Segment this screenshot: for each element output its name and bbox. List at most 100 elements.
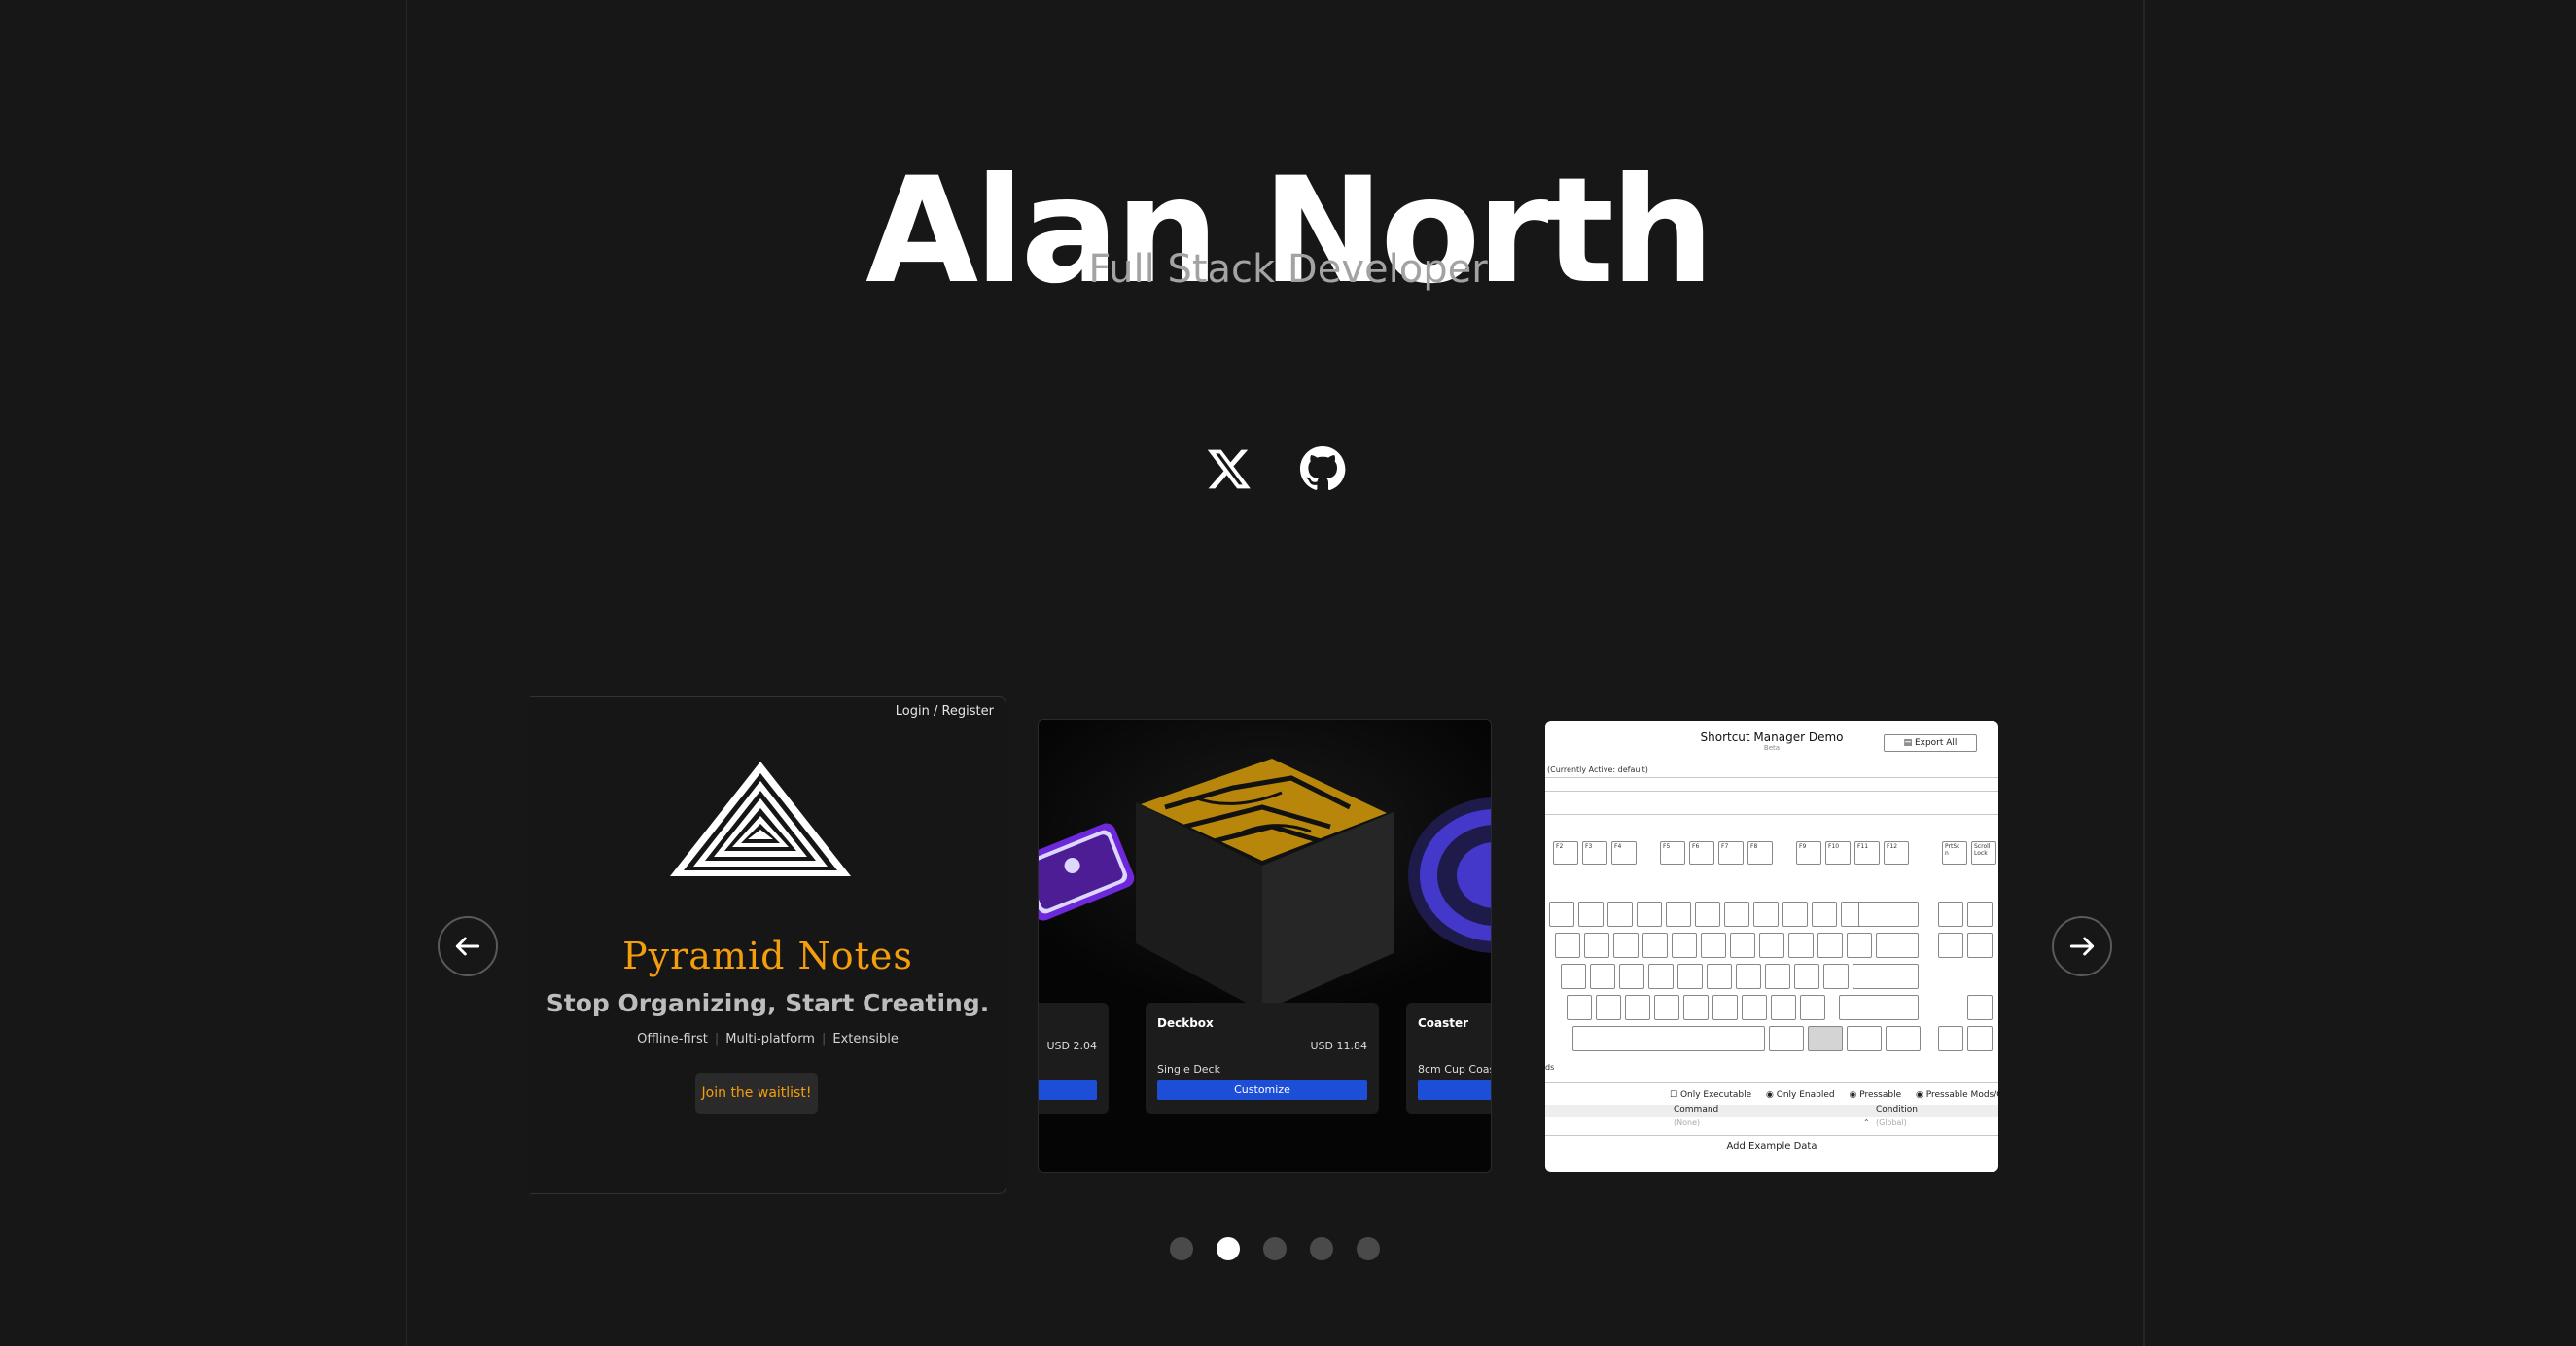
slide-shortcut-manager[interactable]: Shortcut Manager Demo Beta ▤ Export All … (1545, 721, 1998, 1172)
filter-pressable[interactable]: ◉ Pressable (1849, 1090, 1907, 1100)
keyboard-key[interactable]: F8 (1747, 841, 1773, 865)
keyboard-key[interactable] (1812, 902, 1837, 927)
keyboard-key[interactable] (1847, 1026, 1882, 1051)
keyboard-key[interactable] (1677, 964, 1703, 989)
keyboard-key[interactable] (1695, 902, 1720, 927)
keyboard-key[interactable] (1771, 995, 1796, 1020)
table-row[interactable]: (None) ⌃ (Global) (1545, 1118, 1998, 1131)
x-icon[interactable] (1206, 445, 1253, 492)
keyboard-key[interactable] (1847, 933, 1872, 958)
github-icon[interactable] (1299, 445, 1346, 492)
product-render-image (1039, 720, 1491, 1011)
add-example-data-button[interactable]: Add Example Data (1545, 1141, 1998, 1151)
feature-item: Multi-platform (725, 1032, 815, 1046)
keyboard-key[interactable] (1853, 964, 1919, 989)
export-all-button[interactable]: ▤ Export All (1884, 734, 1977, 752)
keyboard-key[interactable] (1613, 933, 1639, 958)
carousel-next-button[interactable] (2052, 916, 2112, 976)
keyboard-key[interactable] (1654, 995, 1679, 1020)
keyboard-key[interactable] (1742, 995, 1767, 1020)
keyboard-key[interactable]: F4 (1611, 841, 1637, 865)
keyboard-key[interactable] (1701, 933, 1726, 958)
filter-only-enabled[interactable]: ◉ Only Enabled (1766, 1090, 1841, 1100)
keyboard-key[interactable] (1648, 964, 1674, 989)
filter-only-executable[interactable]: ☐ Only Executable (1670, 1090, 1757, 1100)
keyboard-key[interactable] (1938, 902, 1963, 927)
keyboard-key[interactable] (1967, 933, 1993, 958)
keyboard-key[interactable] (1967, 1026, 1993, 1051)
keyboard-key[interactable]: F2 (1553, 841, 1578, 865)
keyboard-key[interactable] (1800, 995, 1825, 1020)
keyboard-key[interactable] (1666, 902, 1691, 927)
keyboard-key[interactable] (1619, 964, 1644, 989)
join-waitlist-button[interactable]: Join the waitlist! (695, 1073, 818, 1114)
keyboard-key[interactable] (1823, 964, 1849, 989)
keyboard-key[interactable] (1642, 933, 1668, 958)
keyboard-key[interactable]: F5 (1660, 841, 1685, 865)
keyboard-key[interactable] (1759, 933, 1784, 958)
keyboard-key[interactable] (1886, 1026, 1921, 1051)
keyboard-key[interactable] (1572, 1026, 1765, 1051)
keyboard-key[interactable] (1736, 964, 1761, 989)
slide-pyramid-notes[interactable]: Login / Register Pyramid Notes Stop Orga… (530, 696, 1006, 1194)
slide-shop[interactable]: USD 2.04 Deckbox USD 11.84 Single Deck C… (1038, 719, 1492, 1173)
login-register-link[interactable]: Login / Register (896, 704, 994, 719)
keyboard-key[interactable] (1938, 933, 1963, 958)
carousel-dot[interactable] (1357, 1237, 1380, 1260)
product-card-coaster[interactable]: Coaster 8cm Cup Coas (1406, 1003, 1491, 1114)
keyboard-key[interactable] (1808, 1026, 1843, 1051)
keyboard-key[interactable]: F7 (1718, 841, 1744, 865)
customize-button[interactable]: Customize (1157, 1080, 1367, 1100)
keyboard-key[interactable] (1724, 902, 1749, 927)
keyboard-key[interactable]: F3 (1582, 841, 1607, 865)
keyboard-key[interactable]: Scroll Lock (1971, 841, 1996, 865)
keyboard-key[interactable] (1782, 902, 1808, 927)
filter-pressable-mods[interactable]: ◉ Pressable Mods/Ch (1916, 1090, 1998, 1100)
keyboard-key[interactable] (1967, 902, 1993, 927)
keyboard-key[interactable] (1596, 995, 1621, 1020)
chevron-up-icon: ⌃ (1863, 1118, 1870, 1127)
keyboard-key[interactable]: F6 (1689, 841, 1714, 865)
keyboard-key[interactable]: F9 (1796, 841, 1821, 865)
keyboard-key[interactable] (1567, 995, 1592, 1020)
keyboard-key[interactable] (1707, 964, 1732, 989)
keyboard-key[interactable] (1590, 964, 1615, 989)
keyboard-key[interactable] (1607, 902, 1633, 927)
keyboard-key[interactable] (1578, 902, 1604, 927)
product-card[interactable]: USD 2.04 (1039, 1003, 1109, 1114)
carousel-dot[interactable] (1310, 1237, 1333, 1260)
keyboard-key[interactable] (1730, 933, 1755, 958)
keyboard-key[interactable] (1765, 964, 1790, 989)
arrow-left-icon (455, 937, 480, 956)
keyboard-key[interactable] (1876, 933, 1919, 958)
product-card-deckbox[interactable]: Deckbox USD 11.84 Single Deck Customize (1146, 1003, 1379, 1114)
carousel-prev-button[interactable] (438, 916, 498, 976)
carousel-dot[interactable] (1170, 1237, 1193, 1260)
keyboard-key[interactable]: F11 (1854, 841, 1880, 865)
keyboard-key[interactable] (1938, 1026, 1963, 1051)
carousel-dot[interactable] (1217, 1237, 1240, 1260)
keyboard-key[interactable] (1637, 902, 1662, 927)
keyboard-key[interactable] (1561, 964, 1586, 989)
customize-button[interactable] (1039, 1080, 1097, 1100)
keyboard-key[interactable] (1967, 995, 1993, 1020)
keyboard-key[interactable]: F10 (1825, 841, 1851, 865)
keyboard-key[interactable]: F12 (1884, 841, 1909, 865)
keyboard-key[interactable] (1672, 933, 1697, 958)
keyboard-key[interactable] (1549, 902, 1574, 927)
keyboard-key[interactable] (1683, 995, 1709, 1020)
keyboard-key[interactable] (1769, 1026, 1804, 1051)
keyboard-key[interactable] (1817, 933, 1843, 958)
keyboard-key[interactable]: PrtSc n (1942, 841, 1967, 865)
keyboard-key[interactable] (1839, 995, 1919, 1020)
keyboard-key[interactable] (1555, 933, 1580, 958)
keyboard-key[interactable] (1858, 902, 1919, 927)
keyboard-key[interactable] (1712, 995, 1738, 1020)
customize-button[interactable] (1418, 1080, 1491, 1100)
keyboard-key[interactable] (1625, 995, 1650, 1020)
keyboard-key[interactable] (1753, 902, 1779, 927)
keyboard-key[interactable] (1788, 933, 1814, 958)
carousel-dot[interactable] (1263, 1237, 1287, 1260)
keyboard-key[interactable] (1584, 933, 1609, 958)
keyboard-key[interactable] (1794, 964, 1819, 989)
